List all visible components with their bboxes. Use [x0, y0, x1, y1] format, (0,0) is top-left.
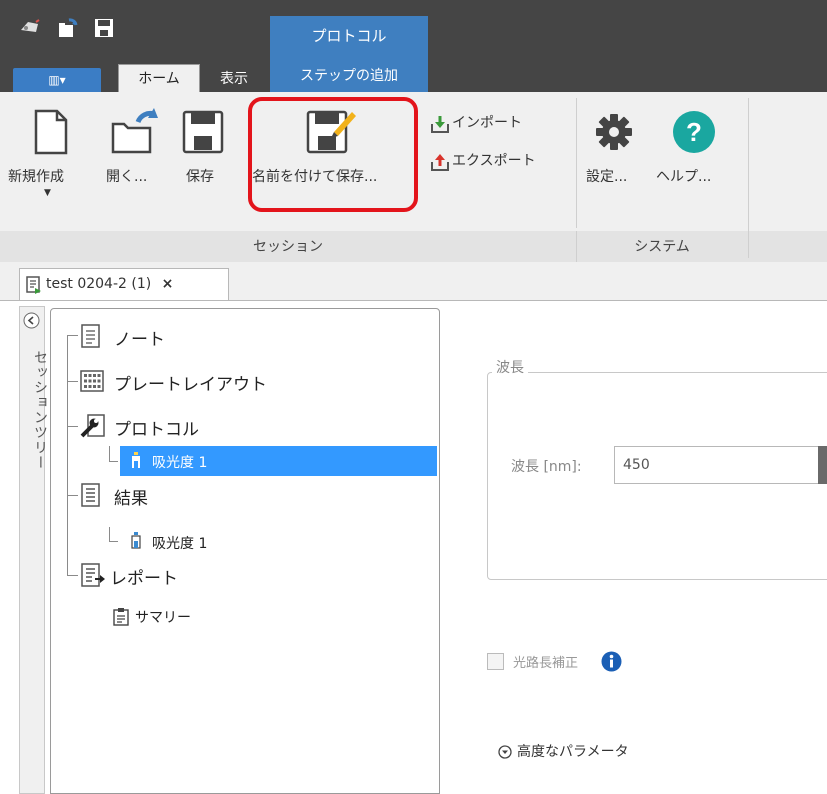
tree-item-label: プレートレイアウト: [114, 375, 267, 395]
tree-line: [109, 527, 110, 541]
tree-line: [67, 381, 78, 382]
tree-item-results[interactable]: 結果: [80, 481, 240, 509]
tree-line: [67, 335, 78, 336]
save-disk-icon: [182, 110, 224, 154]
new-button[interactable]: 新規作成 ▼: [0, 100, 100, 215]
quick-save-icon[interactable]: [92, 16, 116, 40]
tree-line: [67, 495, 78, 496]
tree-item-label: 吸光度 1: [152, 455, 208, 471]
group-label-system: システム: [634, 239, 690, 255]
absorbance-step-icon: [132, 452, 140, 468]
tree-line: [109, 461, 118, 462]
wavelength-field-label: 波長 [nm]:: [511, 459, 582, 475]
tree-item-report[interactable]: レポート: [80, 561, 260, 589]
help-button[interactable]: ? ヘルプ...: [650, 100, 740, 215]
tree-line: [67, 575, 78, 576]
wavelength-input[interactable]: 450: [614, 446, 827, 484]
tree-line: [67, 335, 68, 575]
tree-item-label: サマリー: [135, 610, 191, 626]
document-tab-title: test 0204-2 (1): [46, 276, 152, 292]
gear-icon: [596, 114, 632, 150]
plate-layout-icon: [80, 370, 104, 392]
context-group-title: プロトコル: [311, 27, 387, 45]
summary-clipboard-icon: [113, 608, 129, 626]
tab-home[interactable]: ホーム: [118, 64, 200, 94]
open-button-label: 開く...: [106, 169, 148, 185]
pathlength-correction-checkbox[interactable]: [487, 653, 504, 670]
session-tree-label: セッションツリー: [32, 350, 48, 470]
report-icon: [81, 563, 105, 587]
settings-button[interactable]: 設定...: [584, 100, 646, 215]
new-document-icon: [34, 109, 68, 155]
info-icon[interactable]: [601, 651, 622, 672]
quick-access-toolbar: [0, 16, 140, 48]
tab-add-step[interactable]: ステップの追加: [270, 62, 428, 92]
app-logo-icon[interactable]: [18, 16, 42, 40]
document-tab[interactable]: test 0204-2 (1) ×: [19, 268, 229, 300]
advanced-parameters-toggle[interactable]: 高度なパラメータ: [517, 741, 629, 761]
export-button[interactable]: エクスポート: [430, 150, 570, 174]
note-icon: [81, 324, 100, 348]
tree-item-summary[interactable]: サマリー: [113, 604, 253, 630]
save-button[interactable]: 保存: [176, 100, 232, 215]
open-button[interactable]: 開く...: [104, 100, 166, 215]
wavelength-spin-button[interactable]: [818, 446, 827, 484]
tree-item-label: ノート: [114, 330, 165, 350]
wavelength-group-title: 波長: [492, 357, 528, 377]
import-icon: [431, 116, 449, 133]
help-icon: ?: [673, 111, 715, 153]
svg-text:?: ?: [686, 117, 702, 147]
save-button-label: 保存: [186, 169, 214, 185]
ribbon-separator: [748, 98, 749, 258]
import-button-label: インポート: [452, 115, 522, 131]
settings-button-label: 設定...: [586, 169, 628, 185]
collapse-panel-icon[interactable]: [23, 312, 40, 329]
tree-line: [109, 446, 110, 461]
expand-advanced-icon[interactable]: [498, 745, 512, 759]
tree-item-results-absorbance[interactable]: 吸光度 1: [120, 529, 260, 555]
session-file-icon: [26, 276, 41, 294]
absorbance-result-icon: [131, 532, 141, 549]
help-button-label: ヘルプ...: [656, 169, 712, 185]
tree-item-label: 吸光度 1: [152, 536, 208, 552]
quick-open-icon[interactable]: [56, 16, 80, 40]
protocol-icon: [80, 414, 105, 438]
tree-line: [109, 541, 118, 542]
save-as-highlight-annotation: [248, 97, 418, 212]
export-button-label: エクスポート: [452, 153, 536, 169]
tree-item-note[interactable]: ノート: [80, 322, 260, 350]
tree-item-label: プロトコル: [114, 420, 199, 440]
export-icon: [431, 154, 449, 171]
group-label-session: セッション: [253, 239, 323, 255]
tree-item-label: レポート: [110, 569, 178, 589]
tree-item-protocol[interactable]: プロトコル: [80, 412, 280, 440]
ribbon-separator: [576, 98, 577, 228]
new-dropdown-icon: ▼: [44, 188, 51, 198]
import-button[interactable]: インポート: [430, 112, 560, 136]
tree-item-label: 結果: [114, 489, 148, 509]
pathlength-correction-label: 光路長補正: [513, 656, 579, 671]
new-button-label: 新規作成: [8, 169, 64, 185]
document-tab-close[interactable]: ×: [162, 276, 174, 292]
tab-view[interactable]: 表示: [206, 66, 262, 92]
results-icon: [81, 483, 100, 507]
app-menu-button[interactable]: ▥▾: [13, 68, 101, 92]
open-folder-icon: [111, 108, 158, 154]
tree-item-plate-layout[interactable]: プレートレイアウト: [80, 367, 340, 395]
tree-line: [67, 426, 78, 427]
